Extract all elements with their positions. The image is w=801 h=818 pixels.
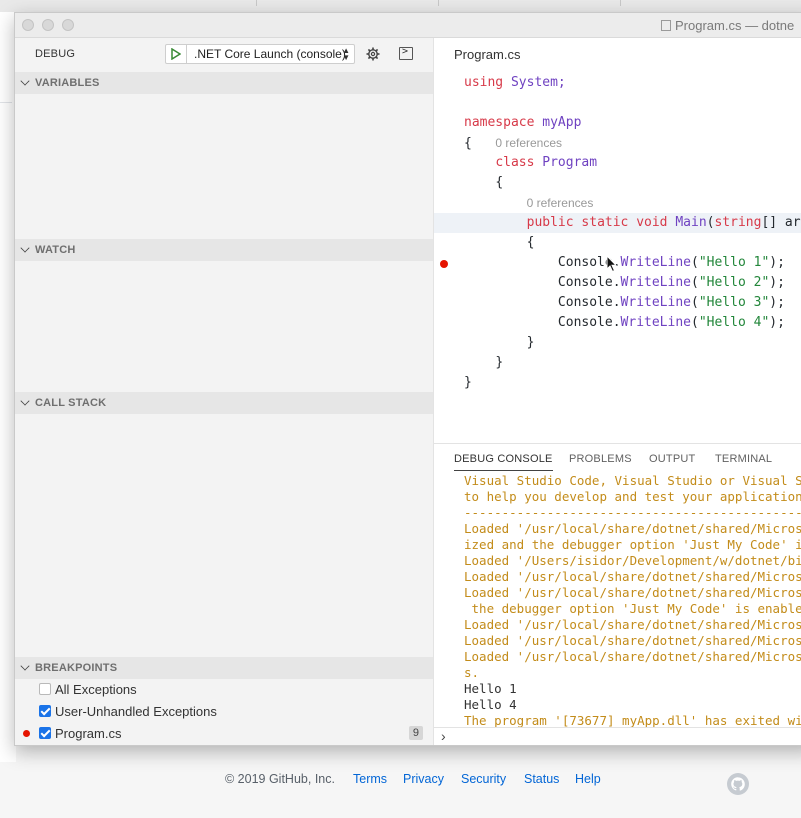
github-logo-icon[interactable]	[726, 772, 750, 796]
sidebar-title: DEBUG	[35, 48, 76, 60]
breakpoint-row-user-unhandled[interactable]: User-Unhandled Exceptions	[15, 701, 433, 723]
line-number-badge: 9	[408, 726, 423, 740]
start-debugging-button[interactable]	[166, 45, 187, 63]
launch-config-box: .NET Core Launch (console) ▲ ▼	[165, 44, 355, 64]
window-title: Program.cs — dotne	[661, 18, 794, 33]
console-line: Hello 1	[464, 681, 517, 696]
code-line: Console.WriteLine("Hello 3");	[557, 295, 785, 310]
tab-problems[interactable]: PROBLEMS	[569, 453, 632, 465]
tab-debug-console[interactable]: DEBUG CONSOLE	[454, 453, 553, 471]
panel-tabs: DEBUG CONSOLE PROBLEMS OUTPUT TERMINAL	[434, 444, 801, 474]
breakpoint-row-all-exceptions[interactable]: All Exceptions	[15, 679, 433, 701]
chevron-down-icon	[20, 396, 30, 406]
debug-toolbar: DEBUG .NET Core Launch (console) ▲ ▼ >	[15, 38, 433, 70]
vscode-window: Program.cs — dotne DEBUG .NET Core Launc…	[14, 12, 801, 746]
console-line: ----------------------------------------…	[464, 505, 801, 520]
footer-link-status[interactable]: Status	[524, 772, 559, 786]
codelens-references[interactable]: 0 references	[495, 136, 562, 150]
code-line: { 0 references	[464, 136, 563, 151]
tab-separator	[620, 0, 621, 6]
chevron-down-icon	[20, 661, 30, 671]
code-line: Console.WriteLine("Hello 2");	[557, 275, 785, 290]
play-icon	[171, 48, 181, 60]
console-line: Loaded '/usr/local/share/dotnet/shared/M…	[464, 633, 801, 648]
gear-icon[interactable]	[366, 47, 380, 61]
footer-link-privacy[interactable]: Privacy	[403, 772, 444, 786]
mouse-cursor-icon	[606, 255, 618, 273]
terminal-icon: >	[402, 46, 409, 57]
section-call-stack[interactable]: CALL STACK	[15, 392, 433, 414]
console-line: Loaded '/Users/isidor/Development/w/dotn…	[464, 553, 801, 568]
code-line: }	[526, 335, 535, 350]
breakpoint-icon[interactable]	[440, 260, 448, 268]
console-line: ized and the debugger option 'Just My Co…	[464, 537, 801, 552]
console-line: Loaded '/usr/local/share/dotnet/shared/M…	[464, 617, 801, 632]
file-icon	[661, 20, 671, 31]
tab-separator	[256, 0, 257, 6]
code-line: {	[495, 175, 504, 190]
minimize-window-button[interactable]	[42, 19, 54, 31]
code-line: class Program	[495, 155, 598, 170]
section-watch[interactable]: WATCH	[15, 239, 433, 261]
chevron-right-icon: ›	[441, 728, 446, 744]
code-line: Console.WriteLine("Hello 4");	[557, 315, 785, 330]
github-footer: © 2019 GitHub, Inc. Terms Privacy Securi…	[0, 762, 801, 802]
breakpoint-row-program-cs[interactable]: Program.cs 9	[15, 723, 433, 745]
footer-link-help[interactable]: Help	[575, 772, 601, 786]
close-window-button[interactable]	[22, 19, 34, 31]
console-line: Hello 4	[464, 697, 517, 712]
code-line: }	[464, 375, 472, 390]
code-line: 0 references	[434, 193, 801, 213]
breakpoint-icon	[23, 730, 30, 737]
console-line: to help you develop and test your applic…	[464, 489, 801, 504]
console-line: Loaded '/usr/local/share/dotnet/shared/M…	[464, 569, 801, 584]
codelens-references[interactable]: 0 references	[527, 196, 594, 210]
code-editor[interactable]: Program.cs using System; namespace myApp…	[434, 38, 801, 443]
section-breakpoints[interactable]: BREAKPOINTS	[15, 657, 433, 679]
editor-tab-title[interactable]: Program.cs	[454, 47, 520, 62]
launch-config-select[interactable]: .NET Core Launch (console)	[194, 47, 346, 61]
checkbox[interactable]	[39, 683, 51, 695]
code-line: using System;	[464, 75, 566, 90]
checkbox[interactable]	[39, 727, 51, 739]
console-line: the debugger option 'Just My Code' is en…	[464, 601, 801, 616]
footer-link-terms[interactable]: Terms	[353, 772, 387, 786]
code-line: }	[495, 355, 504, 370]
open-debug-console-button[interactable]: >	[399, 46, 413, 60]
code-line-highlighted: public static void Main(string[] arg	[434, 213, 801, 233]
code-line: namespace myApp	[464, 115, 582, 130]
debug-console-output[interactable]: Visual Studio Code, Visual Studio or Vis…	[434, 475, 801, 727]
tab-output[interactable]: OUTPUT	[649, 453, 695, 465]
code-line: {	[526, 235, 535, 250]
console-line: The program '[73677] myApp.dll' has exit…	[464, 713, 801, 727]
console-line: Loaded '/usr/local/share/dotnet/shared/M…	[464, 585, 801, 600]
console-line: Visual Studio Code, Visual Studio or Vis…	[464, 475, 801, 488]
chevron-down-icon	[20, 76, 30, 86]
tab-separator	[438, 0, 439, 6]
tab-terminal[interactable]: TERMINAL	[715, 453, 772, 465]
console-input[interactable]: ›	[434, 727, 801, 745]
chevron-down-icon	[20, 243, 30, 253]
title-bar: Program.cs — dotne	[15, 13, 801, 38]
console-line: s.	[464, 665, 480, 680]
console-line: Loaded '/usr/local/share/dotnet/shared/M…	[464, 521, 801, 536]
zoom-window-button[interactable]	[62, 19, 74, 31]
section-variables[interactable]: VARIABLES	[15, 72, 433, 94]
console-line: Loaded '/usr/local/share/dotnet/shared/M…	[464, 649, 801, 664]
footer-link-security[interactable]: Security	[461, 772, 506, 786]
checkbox[interactable]	[39, 705, 51, 717]
copyright-text: © 2019 GitHub, Inc.	[225, 772, 335, 786]
select-arrows-icon: ▲ ▼	[342, 46, 350, 62]
bottom-panel: DEBUG CONSOLE PROBLEMS OUTPUT TERMINAL V…	[434, 443, 801, 745]
debug-sidebar: DEBUG .NET Core Launch (console) ▲ ▼ > V…	[15, 38, 434, 745]
